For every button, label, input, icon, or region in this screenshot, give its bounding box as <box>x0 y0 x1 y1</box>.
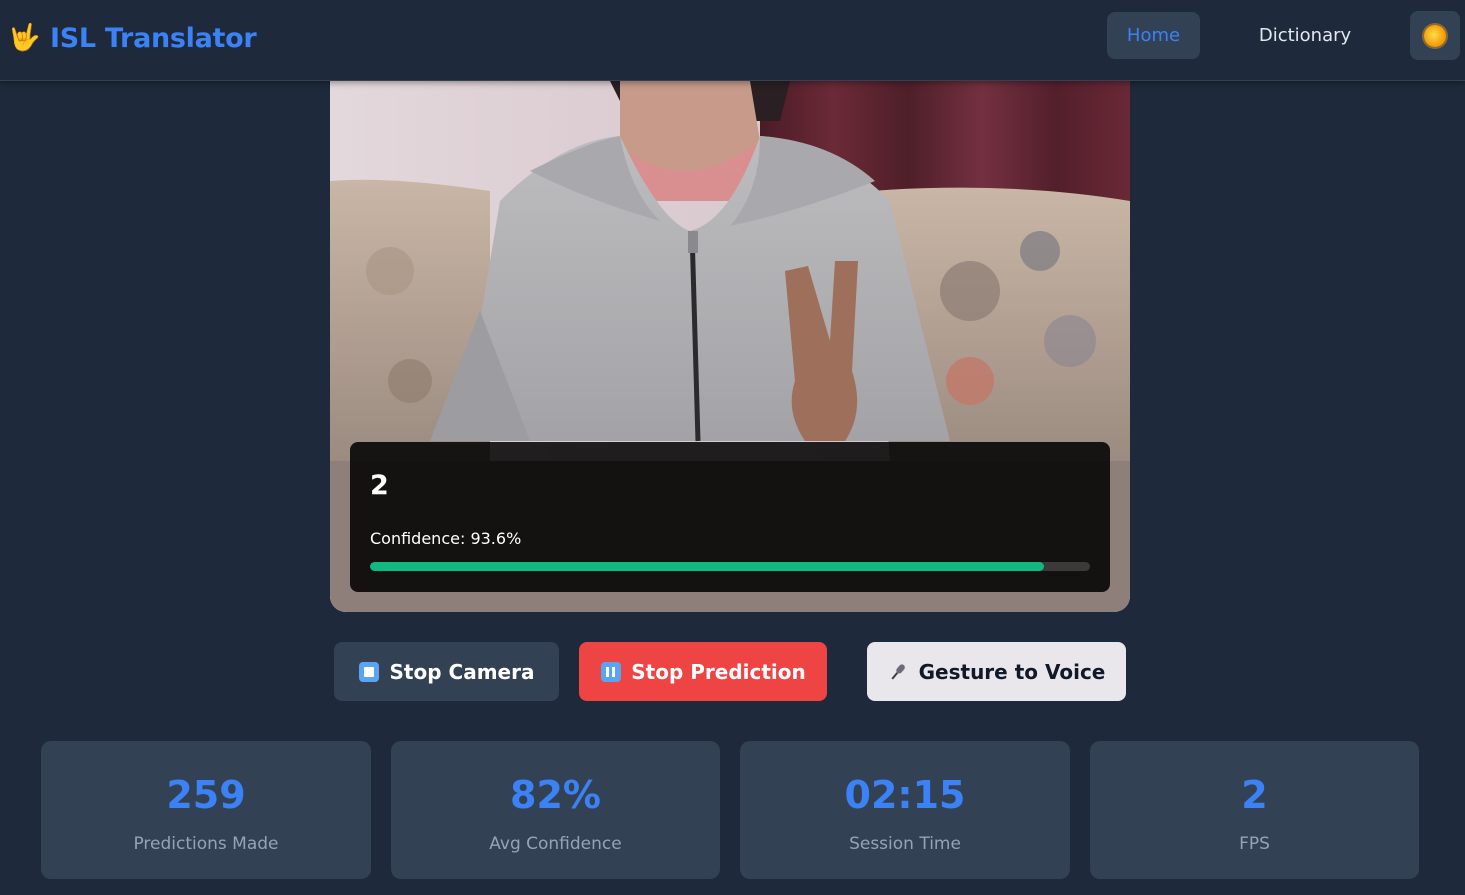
confidence-bar <box>370 562 1090 571</box>
confidence-bar-fill <box>370 562 1044 571</box>
nav-dictionary-button[interactable]: Dictionary <box>1228 12 1382 59</box>
stat-label: Avg Confidence <box>489 834 622 854</box>
stop-prediction-button[interactable]: Stop Prediction <box>579 642 827 701</box>
predicted-sign: 2 <box>370 470 389 501</box>
microphone-icon <box>888 661 909 682</box>
stat-card-avg-confidence: 82% Avg Confidence <box>391 741 720 879</box>
theme-toggle-button[interactable] <box>1410 11 1460 60</box>
stat-value: 82% <box>510 773 601 817</box>
stop-camera-label: Stop Camera <box>389 659 535 684</box>
stat-label: FPS <box>1239 834 1270 854</box>
brand[interactable]: 🤟 ISL Translator <box>8 18 257 58</box>
prediction-overlay: 2 Confidence: 93.6% <box>350 442 1110 592</box>
stat-value: 259 <box>166 773 246 817</box>
stat-card-predictions: 259 Predictions Made <box>41 741 371 879</box>
stop-camera-button[interactable]: Stop Camera <box>334 642 559 701</box>
gesture-to-voice-label: Gesture to Voice <box>918 659 1106 684</box>
stat-label: Predictions Made <box>133 834 279 854</box>
stop-icon <box>359 661 380 682</box>
hand-sign-logo-icon: 🤟 <box>8 23 41 53</box>
nav-home-button[interactable]: Home <box>1107 12 1200 59</box>
stop-prediction-label: Stop Prediction <box>631 659 806 684</box>
app-title: ISL Translator <box>50 22 257 54</box>
stat-value: 2 <box>1241 773 1268 817</box>
stat-value: 02:15 <box>844 773 966 817</box>
gesture-to-voice-button[interactable]: Gesture to Voice <box>867 642 1126 701</box>
camera-feed: 2 Confidence: 93.6% <box>330 81 1130 612</box>
confidence-text: Confidence: 93.6% <box>370 529 522 548</box>
stat-card-session-time: 02:15 Session Time <box>740 741 1070 879</box>
stat-label: Session Time <box>849 834 961 854</box>
top-navbar: 🤟 ISL Translator Home Dictionary <box>0 0 1465 81</box>
sun-icon <box>1424 24 1446 47</box>
stat-card-fps: 2 FPS <box>1090 741 1419 879</box>
pause-icon <box>600 661 621 682</box>
